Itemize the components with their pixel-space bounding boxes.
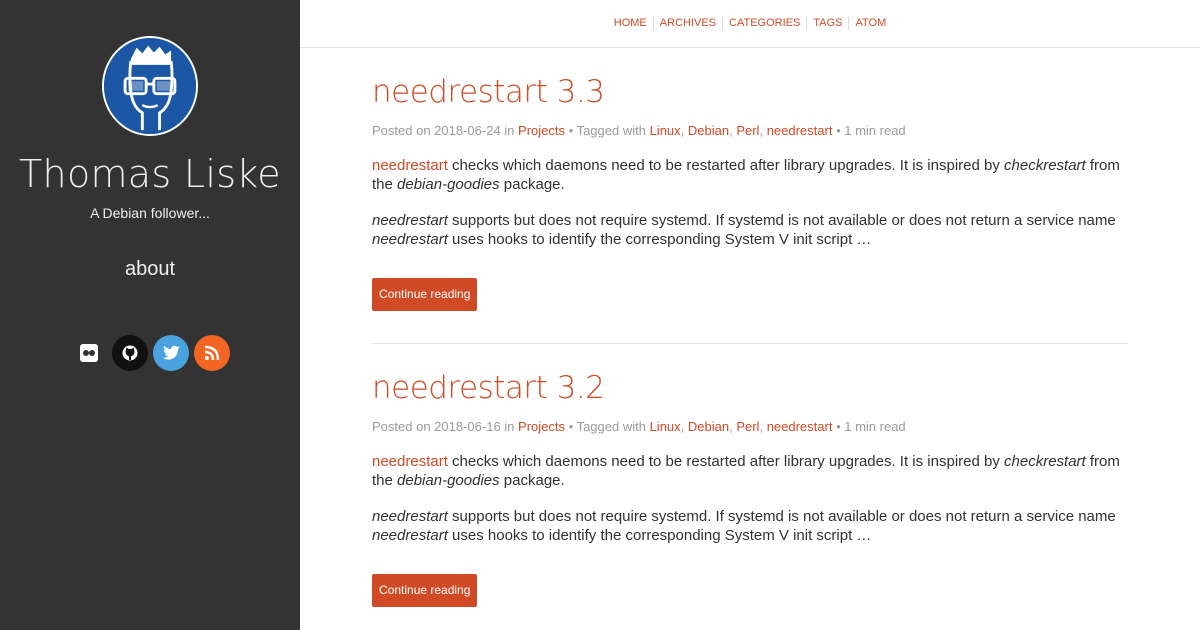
post-meta: Posted on 2018-06-24 in Projects • Tagge…: [372, 123, 906, 138]
excerpt-emphasis: debian-goodies: [397, 176, 500, 193]
tagged-with-label: • Tagged with: [568, 419, 646, 434]
avatar-face-icon: [104, 38, 196, 134]
excerpt-paragraph: needrestart supports but does not requir…: [372, 211, 1128, 249]
tag-link[interactable]: Perl: [736, 419, 759, 434]
category-link[interactable]: Projects: [518, 419, 565, 434]
needrestart-link[interactable]: needrestart: [372, 157, 448, 174]
excerpt-paragraph: needrestart supports but does not requir…: [372, 507, 1128, 545]
nav-archives[interactable]: ARCHIVES: [654, 17, 724, 30]
rss-icon: [204, 345, 220, 361]
post-meta: Posted on 2018-06-16 in Projects • Tagge…: [372, 419, 906, 434]
tag-link[interactable]: Linux: [650, 419, 681, 434]
excerpt-text: uses hooks to identify the corresponding…: [447, 527, 872, 544]
posted-on-label: Posted on: [372, 123, 431, 138]
excerpt-text: package.: [499, 176, 565, 193]
excerpt-text: supports but does not require systemd. I…: [447, 508, 1116, 525]
post-excerpt: needrestart checks which daemons need to…: [372, 156, 1128, 249]
continue-reading-button[interactable]: Continue reading: [372, 574, 478, 607]
post-date: 2018-06-16: [434, 419, 501, 434]
nav-atom[interactable]: ATOM: [849, 17, 892, 30]
excerpt-emphasis: checkrestart: [1004, 453, 1086, 470]
excerpt-text: supports but does not require systemd. I…: [447, 212, 1116, 229]
excerpt-emphasis: needrestart: [372, 527, 448, 544]
excerpt-emphasis: needrestart: [372, 508, 448, 525]
tag-link[interactable]: needrestart: [767, 419, 833, 434]
tagged-with-label: • Tagged with: [568, 123, 646, 138]
flickr-icon: [83, 350, 95, 356]
tag-link[interactable]: Linux: [650, 123, 681, 138]
in-label: in: [504, 123, 515, 138]
post-excerpt: needrestart checks which daemons need to…: [372, 452, 1128, 545]
twitter-icon: [162, 345, 180, 360]
excerpt-text: uses hooks to identify the corresponding…: [447, 231, 872, 248]
site-subtitle: A Debian follower...: [90, 205, 210, 221]
tag-link[interactable]: needrestart: [767, 123, 833, 138]
social-links: [72, 335, 232, 371]
nav-categories[interactable]: CATEGORIES: [723, 17, 808, 30]
excerpt-emphasis: needrestart: [372, 212, 448, 229]
excerpt-text: checks which daemons need to be restarte…: [447, 453, 1005, 470]
post: needrestart 3.2 Posted on 2018-06-16 in …: [372, 370, 1128, 607]
site-title[interactable]: Thomas Liske: [0, 152, 300, 196]
excerpt-emphasis: checkrestart: [1004, 157, 1086, 174]
post-title[interactable]: needrestart 3.3: [372, 74, 1128, 110]
twitter-button[interactable]: [153, 335, 189, 371]
excerpt-text: package.: [499, 472, 565, 489]
continue-reading-button[interactable]: Continue reading: [372, 278, 478, 311]
reading-time: • 1 min read: [836, 419, 906, 434]
flickr-button[interactable]: [80, 344, 98, 362]
reading-time: • 1 min read: [836, 123, 906, 138]
nav-tags[interactable]: TAGS: [807, 17, 850, 30]
post-date: 2018-06-24: [434, 123, 501, 138]
post-list: needrestart 3.3 Posted on 2018-06-24 in …: [372, 48, 1128, 607]
excerpt-paragraph: needrestart checks which daemons need to…: [372, 452, 1128, 490]
post: needrestart 3.3 Posted on 2018-06-24 in …: [372, 74, 1128, 344]
top-nav: HOME ARCHIVES CATEGORIES TAGS ATOM: [300, 0, 1200, 48]
excerpt-paragraph: needrestart checks which daemons need to…: [372, 156, 1128, 194]
rss-button[interactable]: [194, 335, 230, 371]
github-button[interactable]: [112, 335, 148, 371]
excerpt-emphasis: debian-goodies: [397, 472, 500, 489]
tag-link[interactable]: Debian: [688, 419, 729, 434]
nav-home[interactable]: HOME: [608, 17, 654, 30]
sidebar: Thomas Liske A Debian follower... about: [0, 0, 300, 630]
about-link[interactable]: about: [0, 258, 300, 281]
posted-on-label: Posted on: [372, 419, 431, 434]
post-title[interactable]: needrestart 3.2: [372, 370, 1128, 406]
post-divider: [372, 343, 1128, 344]
category-link[interactable]: Projects: [518, 123, 565, 138]
tag-link[interactable]: Perl: [736, 123, 759, 138]
excerpt-emphasis: needrestart: [372, 231, 448, 248]
in-label: in: [504, 419, 515, 434]
excerpt-text: checks which daemons need to be restarte…: [447, 157, 1005, 174]
avatar[interactable]: [102, 36, 198, 136]
github-icon: [122, 345, 138, 361]
tag-link[interactable]: Debian: [688, 123, 729, 138]
needrestart-link[interactable]: needrestart: [372, 453, 448, 470]
